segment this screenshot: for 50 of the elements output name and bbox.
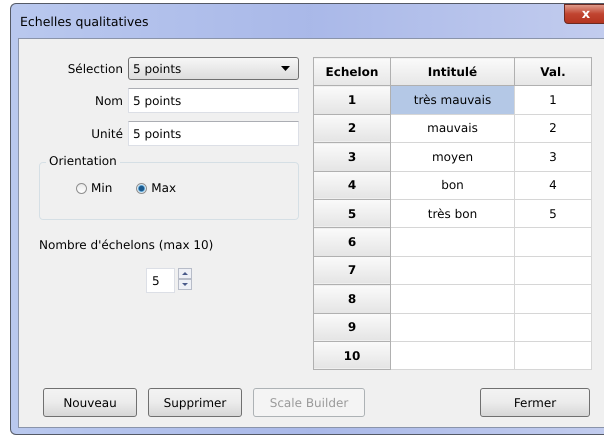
table-cell[interactable]: très bon <box>390 199 514 228</box>
close-button[interactable]: x <box>564 4 604 24</box>
column-header[interactable]: Echelon <box>314 58 390 86</box>
table-cell[interactable]: très mauvais <box>390 86 514 114</box>
table-cell[interactable]: moyen <box>390 142 514 172</box>
input-field[interactable]: 5 points <box>128 121 299 146</box>
window-title: Echelles qualitatives <box>20 14 149 28</box>
table-cell[interactable] <box>390 341 514 370</box>
dialog-button[interactable]: Supprimer <box>148 388 242 418</box>
table-cell[interactable] <box>390 228 514 256</box>
table-cell[interactable]: 4 <box>514 171 592 200</box>
radio-option[interactable]: Min <box>76 181 112 195</box>
selection-dropdown[interactable]: 5 points <box>128 57 299 80</box>
row-header[interactable]: 3 <box>314 142 390 172</box>
row-header[interactable]: 1 <box>314 86 390 114</box>
table-cell[interactable] <box>514 313 592 342</box>
row-header[interactable]: 7 <box>314 256 390 285</box>
table-cell[interactable] <box>514 341 592 370</box>
row-header[interactable]: 2 <box>314 114 390 143</box>
row-header[interactable]: 4 <box>314 171 390 200</box>
field-label: Sélection <box>66 62 124 76</box>
row-header[interactable]: 6 <box>314 228 390 256</box>
row-header[interactable]: 9 <box>314 313 390 342</box>
group-title: Orientation <box>46 154 120 168</box>
row-header[interactable]: 8 <box>314 284 390 314</box>
dialog-button[interactable]: Nouveau <box>43 388 137 418</box>
steps-label: Nombre d'échelons (max 10) <box>39 238 214 252</box>
caret-icon <box>281 66 290 71</box>
table-cell[interactable]: 3 <box>514 142 592 172</box>
table-cell[interactable]: 5 <box>514 199 592 228</box>
table-cell[interactable] <box>514 256 592 285</box>
table-cell[interactable]: bon <box>390 171 514 200</box>
table-cell[interactable] <box>390 284 514 314</box>
column-header[interactable]: Val. <box>514 58 592 86</box>
row-header[interactable]: 10 <box>314 341 390 370</box>
field-label: Unité <box>90 126 124 140</box>
column-header[interactable]: Intitulé <box>390 58 514 86</box>
dialog-button[interactable]: Fermer <box>480 388 590 418</box>
table-cell[interactable] <box>390 256 514 285</box>
table-cell[interactable]: 2 <box>514 114 592 143</box>
input-field[interactable]: 5 points <box>128 88 299 113</box>
field-label: Nom <box>94 94 124 108</box>
table-cell[interactable] <box>514 284 592 314</box>
steps-field[interactable]: 5 <box>146 268 175 293</box>
table-cell[interactable]: 1 <box>514 86 592 114</box>
table-cell[interactable]: mauvais <box>390 114 514 143</box>
table-cell[interactable] <box>514 228 592 256</box>
table-cell[interactable] <box>390 313 514 342</box>
radio-option[interactable]: Max <box>136 181 176 195</box>
row-header[interactable]: 5 <box>314 199 390 228</box>
